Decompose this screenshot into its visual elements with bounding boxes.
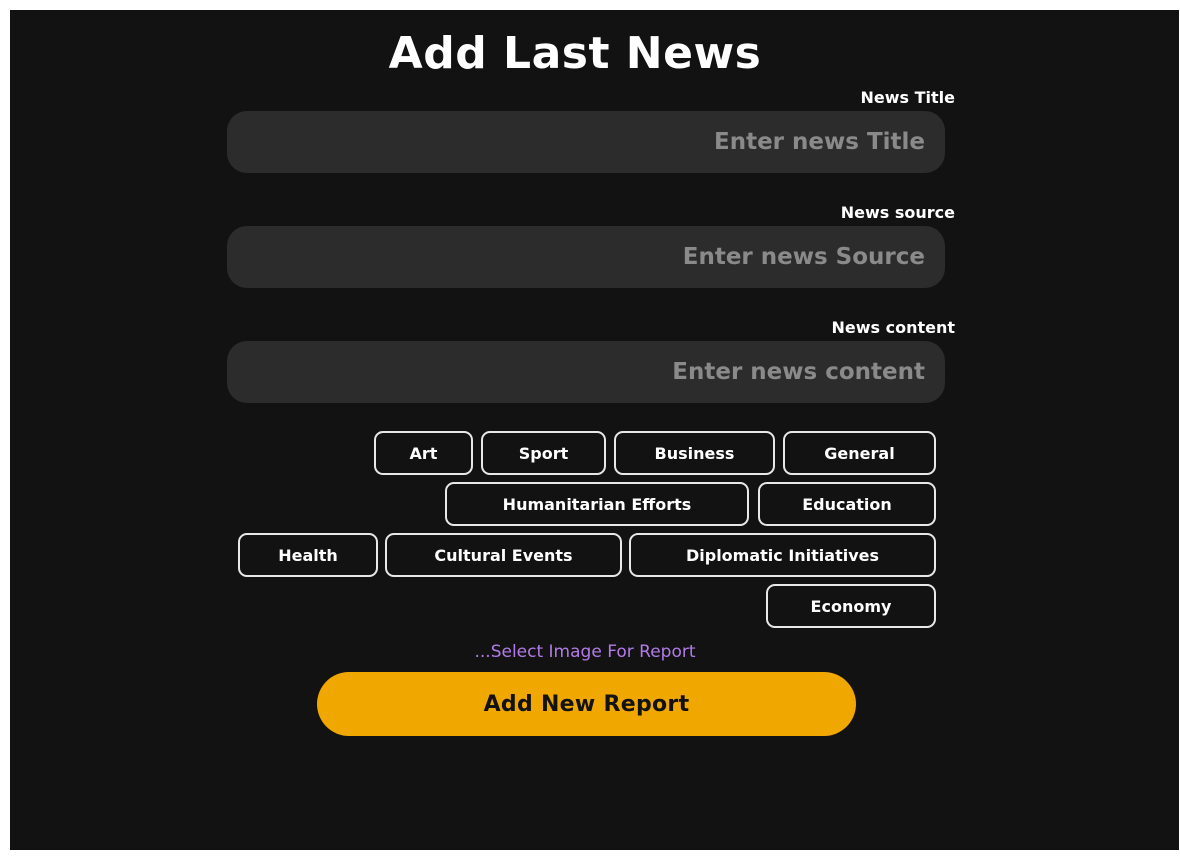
- news-content-field[interactable]: [227, 341, 945, 403]
- news-title-label: News Title: [860, 88, 956, 107]
- app-screen: Add Last News News Title News source New…: [10, 10, 1179, 850]
- category-chip-business[interactable]: Business: [614, 431, 775, 475]
- news-source-label: News source: [840, 203, 955, 222]
- page-title: Add Last News: [388, 28, 762, 79]
- category-chip-education[interactable]: Education: [758, 482, 936, 526]
- category-chip-humanitarian-efforts[interactable]: Humanitarian Efforts: [445, 482, 749, 526]
- news-content-input[interactable]: [245, 358, 927, 386]
- category-chip-economy[interactable]: Economy: [766, 584, 936, 628]
- add-new-report-button[interactable]: Add New Report: [317, 672, 856, 736]
- news-source-input[interactable]: [245, 243, 927, 271]
- news-title-input[interactable]: [245, 128, 927, 156]
- news-title-field[interactable]: [227, 111, 945, 173]
- category-chip-cultural-events[interactable]: Cultural Events: [385, 533, 622, 577]
- category-chip-art[interactable]: Art: [374, 431, 473, 475]
- category-chip-sport[interactable]: Sport: [481, 431, 606, 475]
- category-chip-diplomatic-initiatives[interactable]: Diplomatic Initiatives: [629, 533, 936, 577]
- category-chip-health[interactable]: Health: [238, 533, 378, 577]
- select-image-link[interactable]: ...Select Image For Report: [410, 642, 760, 662]
- news-content-label: News content: [831, 318, 955, 337]
- news-source-field[interactable]: [227, 226, 945, 288]
- category-chip-general[interactable]: General: [783, 431, 936, 475]
